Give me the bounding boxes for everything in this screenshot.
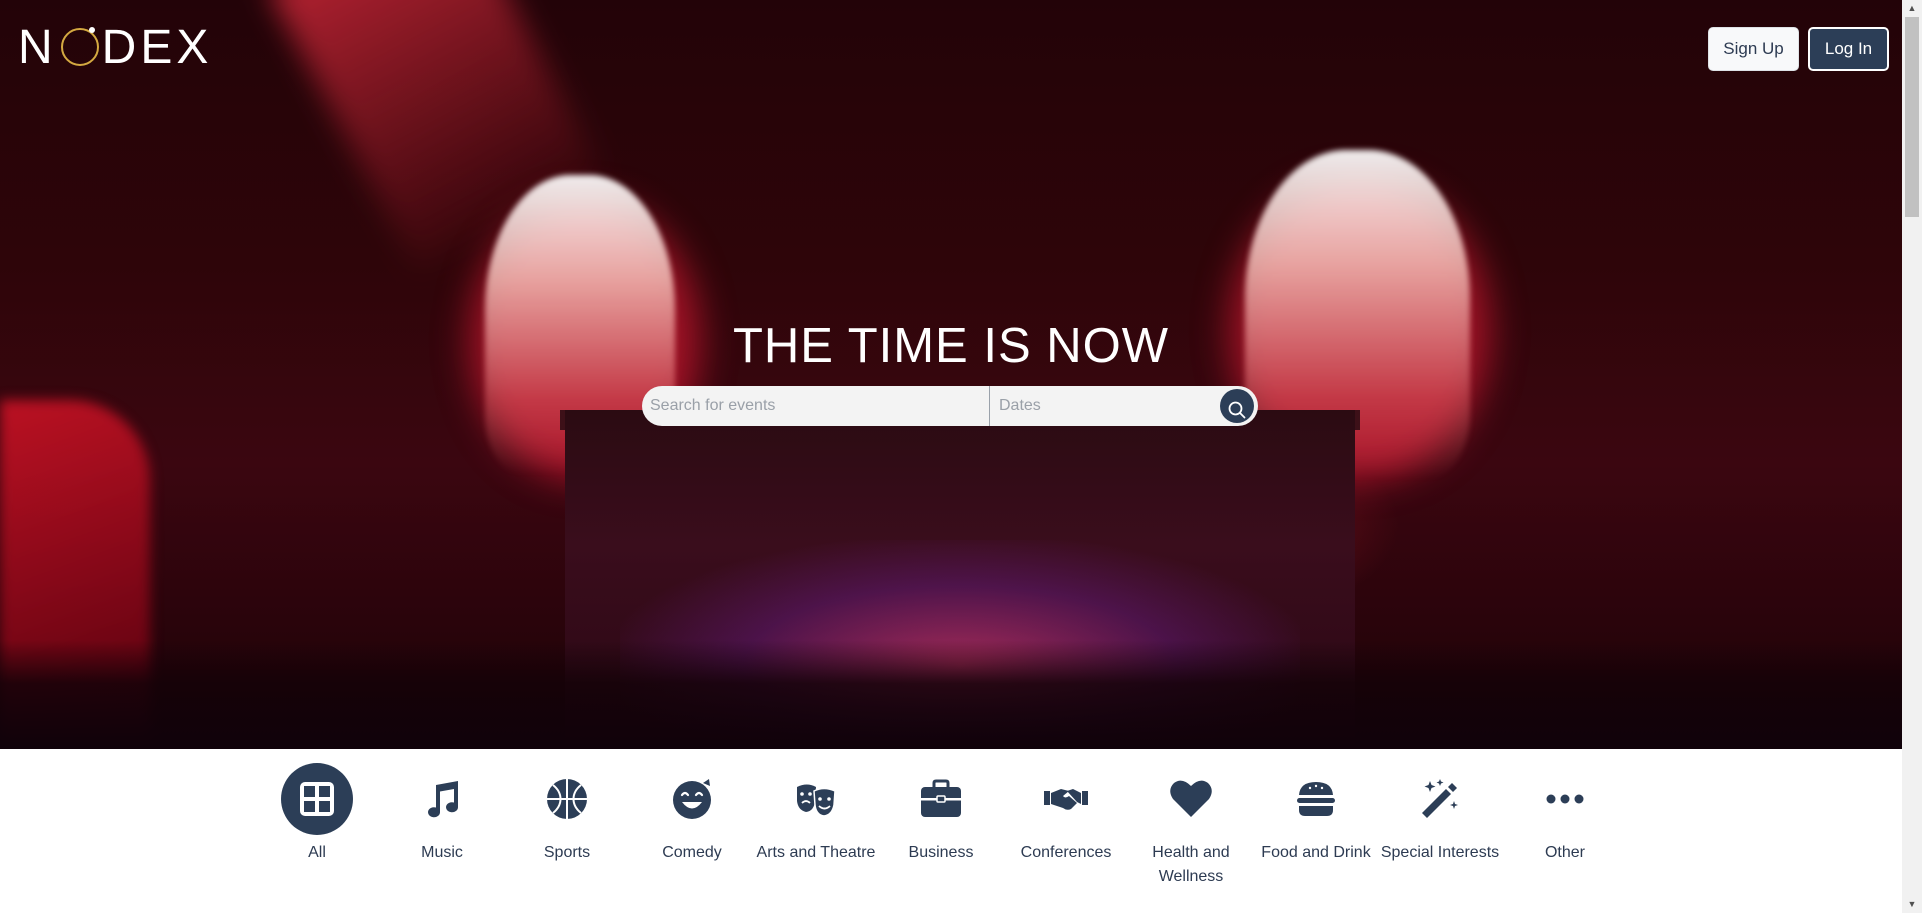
grid-icon [281, 763, 353, 835]
theater-masks-icon [780, 763, 852, 835]
page: N DEX Sign Up Log In THE TIME IS NOW All [0, 0, 1902, 913]
briefcase-icon [905, 763, 977, 835]
category-label: Special Interests [1380, 844, 1500, 861]
hero-banner: N DEX Sign Up Log In THE TIME IS NOW [0, 0, 1902, 749]
hero-headline: THE TIME IS NOW [732, 319, 1170, 373]
category-label: Conferences [1020, 844, 1112, 861]
category-business[interactable]: Business [881, 763, 1001, 865]
log-in-button[interactable]: Log In [1808, 27, 1889, 71]
search-bar [642, 386, 1258, 426]
category-label: Food and Drink [1261, 844, 1371, 861]
category-label: Arts and Theatre [756, 844, 876, 861]
brand-logo[interactable]: N DEX [18, 20, 212, 76]
category-label: Music [421, 844, 463, 861]
ellipsis-icon [1529, 763, 1601, 835]
scroll-up-arrow-icon[interactable]: ▲ [1902, 0, 1922, 17]
category-comedy[interactable]: Comedy [632, 763, 752, 865]
category-label: Health and Wellness [1152, 844, 1230, 885]
category-bar: All Music Sports Comedy Arts and Theatre [0, 749, 1902, 913]
logo-ring-icon [60, 27, 99, 66]
category-label: Sports [543, 844, 591, 861]
music-note-icon [406, 763, 478, 835]
category-label: All [308, 844, 326, 861]
category-label: Comedy [662, 844, 722, 861]
sign-up-button[interactable]: Sign Up [1708, 27, 1799, 71]
burger-icon [1280, 763, 1352, 835]
scroll-down-arrow-icon[interactable]: ▼ [1902, 896, 1922, 913]
crowd-silhouette [0, 640, 1902, 749]
search-icon [1228, 401, 1246, 418]
dates-input[interactable] [991, 386, 1227, 426]
basketball-icon [531, 763, 603, 835]
category-conferences[interactable]: Conferences [1006, 763, 1126, 865]
category-other[interactable]: Other [1505, 763, 1625, 865]
category-food-and-drink[interactable]: Food and Drink [1256, 763, 1376, 865]
search-input[interactable] [642, 386, 990, 426]
category-arts-and-theatre[interactable]: Arts and Theatre [756, 763, 876, 865]
handshake-icon [1030, 763, 1102, 835]
search-button[interactable] [1220, 389, 1254, 423]
scroll-thumb[interactable] [1905, 17, 1919, 217]
vertical-scrollbar[interactable]: ▲ ▼ [1902, 0, 1922, 913]
logo-text-left: N [18, 21, 57, 74]
laughing-face-icon [656, 763, 728, 835]
category-health-and-wellness[interactable]: Health and Wellness [1131, 763, 1251, 889]
category-music[interactable]: Music [382, 763, 502, 865]
category-all[interactable]: All [257, 763, 377, 865]
magic-wand-icon [1404, 763, 1476, 835]
category-sports[interactable]: Sports [507, 763, 627, 865]
heart-icon [1155, 763, 1227, 835]
category-special-interests[interactable]: Special Interests [1380, 763, 1500, 865]
logo-text-right: DEX [101, 21, 213, 74]
category-label: Business [908, 844, 974, 861]
category-label: Other [1544, 844, 1585, 861]
